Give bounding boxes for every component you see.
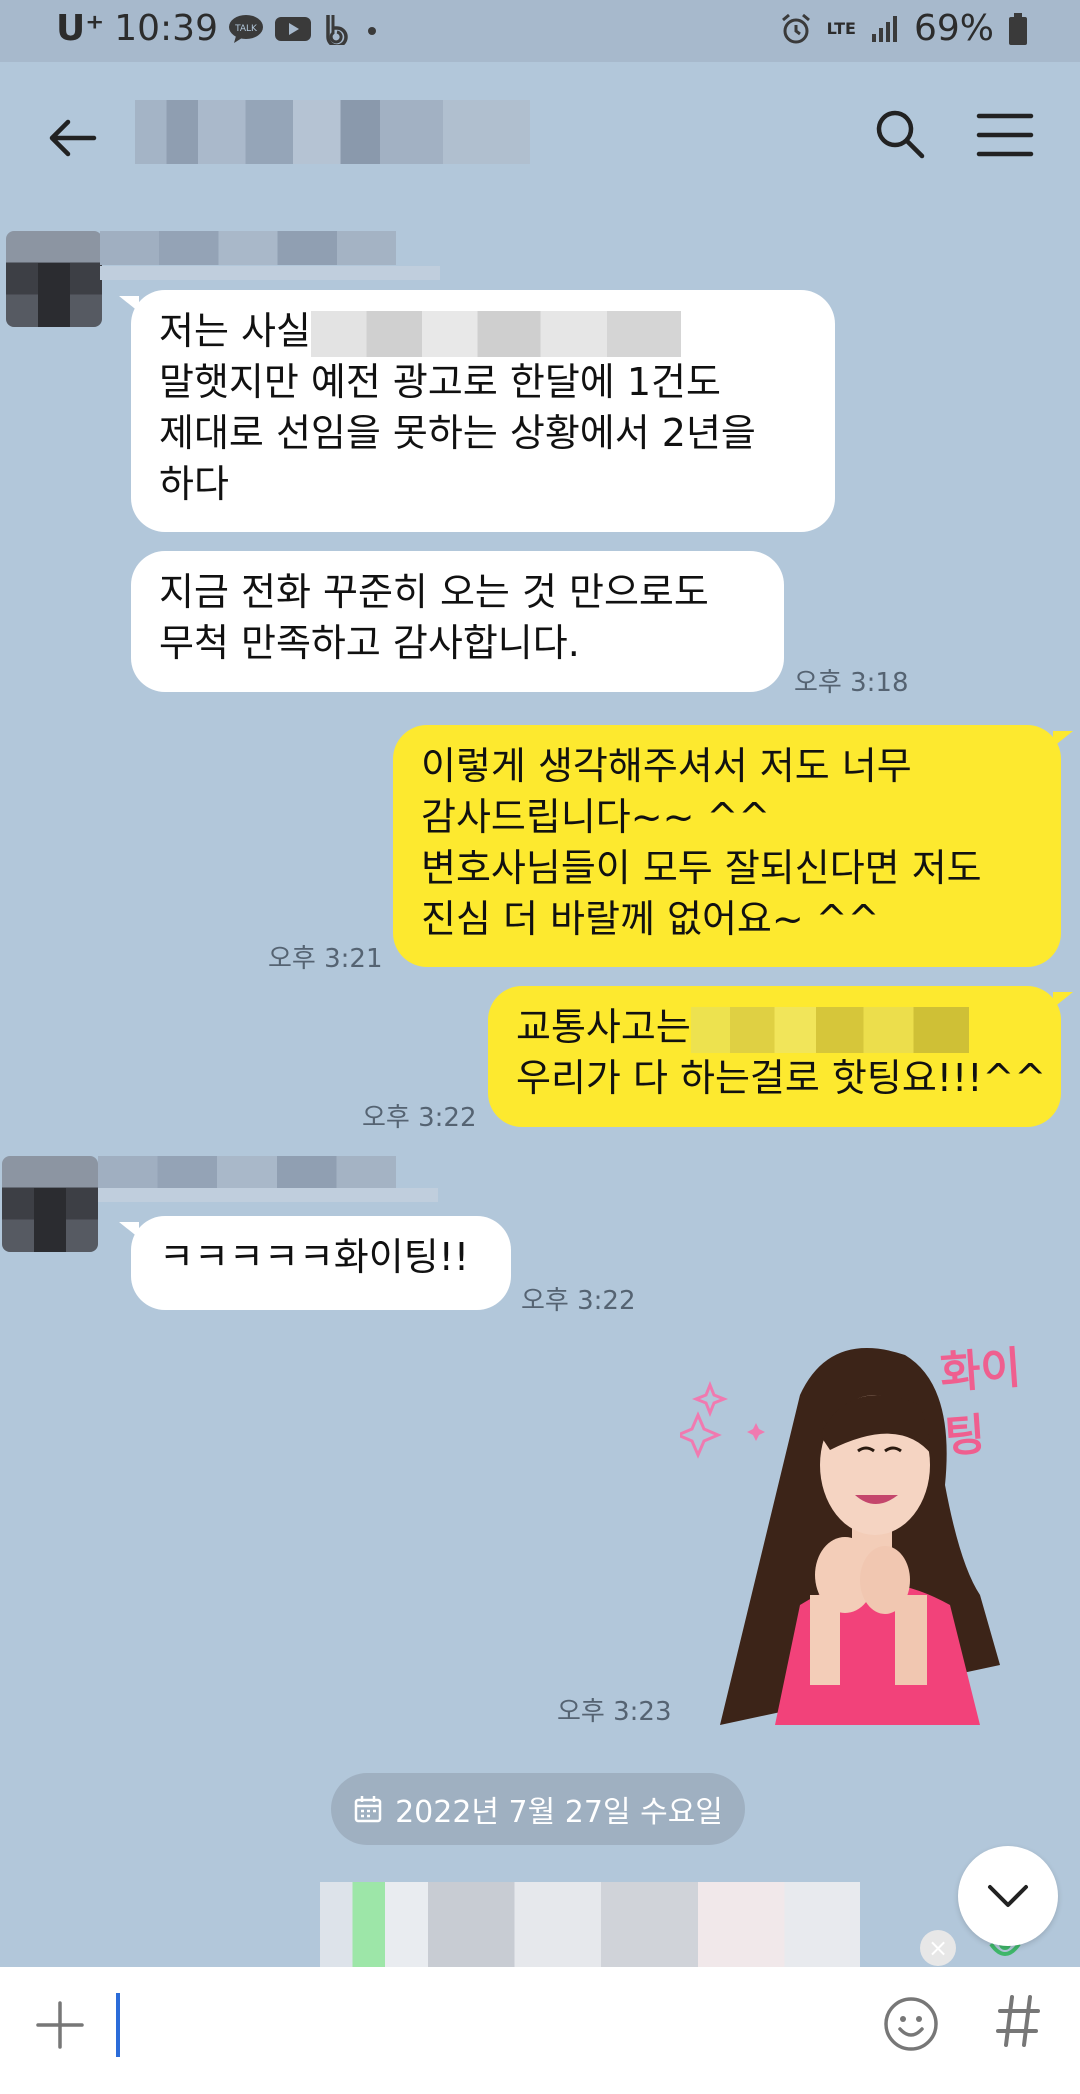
message-text: 변호사님들이 모두 잘되신다면 저도 (421, 846, 982, 890)
alarm-icon (779, 12, 813, 46)
chevron-down-icon (988, 1885, 1028, 1907)
talk-badge-label: TALK (234, 24, 258, 34)
chat-header (0, 62, 1080, 212)
chat-title-redacted (135, 100, 530, 164)
attach-button[interactable] (34, 1999, 86, 2051)
sticker-caption: 화이팅 (938, 1342, 1023, 1463)
date-divider-label: 2022년 7월 27일 수요일 (395, 1795, 723, 1830)
hash-icon (996, 1995, 1040, 2047)
message-text: 무척 만족하고 감사합니다. (159, 621, 580, 665)
menu-button[interactable] (976, 110, 1034, 160)
message-text: 감사드립니다~~ ^^ (421, 795, 771, 839)
youtube-notification-icon (274, 15, 312, 43)
message-text: 진심 더 바랄께 없어요~ ^^ (421, 897, 880, 941)
message-text: 지금 전화 꾸준히 오는 것 만으로도 (159, 570, 709, 614)
sender-name-redacted (98, 1156, 396, 1190)
message-text: 교통사고는 (516, 1005, 691, 1049)
message-text: 저는 사실 (159, 309, 311, 353)
back-button[interactable] (44, 110, 100, 166)
scroll-to-bottom-button[interactable] (958, 1846, 1058, 1946)
network-type-label: LTE (826, 18, 856, 38)
search-button[interactable] (872, 106, 928, 162)
status-bar: U⁺ 10:39 TALK LTE 69% (0, 0, 1080, 62)
lte-indicator: LTE (826, 18, 856, 38)
message-bubble[interactable]: 저는 사실 말햇지만 예전 광고로 한달에 1건도 제대로 선임을 못하는 상황… (119, 290, 835, 532)
date-divider: 2022년 7월 27일 수요일 (331, 1773, 745, 1845)
emoji-icon (884, 1997, 938, 2051)
plus-icon (36, 2001, 84, 2049)
close-icon: × (927, 1934, 949, 1962)
message-bubble[interactable]: 지금 전화 꾸준히 오는 것 만으로도 무척 만족하고 감사합니다. (131, 551, 784, 692)
close-preview-button[interactable]: × (920, 1930, 956, 1966)
message-bubble[interactable]: ㅋㅋㅋㅋㅋ화이팅!! (119, 1216, 511, 1310)
new-message-preview-redacted[interactable] (320, 1882, 860, 1978)
clock: 10:39 (114, 8, 218, 49)
message-text: ㅋㅋㅋㅋㅋ화이팅!! (159, 1235, 470, 1279)
band-notification-icon (322, 13, 352, 45)
avatar[interactable] (2, 1156, 98, 1252)
emoji-button[interactable] (882, 1995, 940, 2053)
message-bubble[interactable]: 교통사고는 우리가 다 하는걸로 핫팅요!!!^^ (488, 986, 1073, 1127)
message-text: 하다 (159, 462, 229, 506)
message-text: 이렇게 생각해주셔서 저도 너무 (421, 744, 912, 788)
hashtag-search-button[interactable] (994, 1991, 1042, 2051)
message-time: 오후 3:21 (268, 944, 383, 974)
sender-name-redacted (100, 231, 396, 265)
message-input-bar (0, 1967, 1080, 2094)
redacted-text (310, 310, 681, 357)
battery-percent: 69% (913, 8, 994, 49)
message-text: 제대로 선임을 못하는 상황에서 2년을 (159, 411, 756, 455)
redacted-text (690, 1006, 969, 1053)
message-text: 말햇지만 예전 광고로 한달에 1건도 (159, 360, 721, 404)
arrow-left-icon (49, 119, 97, 157)
sticker-image[interactable]: 화이팅 (674, 1335, 1060, 1725)
sender-name-redacted-extra (100, 266, 440, 280)
search-icon (876, 110, 925, 159)
message-time: 오후 3:22 (521, 1286, 636, 1316)
more-notifications-dot-icon (362, 19, 382, 39)
battery-icon (1008, 12, 1028, 46)
avatar[interactable] (6, 231, 102, 327)
message-time: 오후 3:22 (362, 1103, 477, 1133)
calendar-icon (354, 1796, 382, 1823)
hamburger-menu-icon (976, 113, 1034, 157)
signal-strength-icon (870, 14, 900, 44)
carrier-label: U⁺ (56, 8, 105, 49)
message-text: 우리가 다 하는걸로 핫팅요!!!^^ (516, 1056, 1047, 1100)
message-bubble[interactable]: 이렇게 생각해주셔서 저도 너무 감사드립니다~~ ^^ 변호사님들이 모두 잘… (393, 725, 1073, 967)
sender-name-redacted-extra (98, 1188, 438, 1202)
message-input[interactable] (116, 1993, 120, 2057)
kakaotalk-notification-icon: TALK (228, 14, 264, 44)
message-time: 오후 3:23 (557, 1697, 672, 1727)
message-time: 오후 3:18 (794, 668, 909, 698)
